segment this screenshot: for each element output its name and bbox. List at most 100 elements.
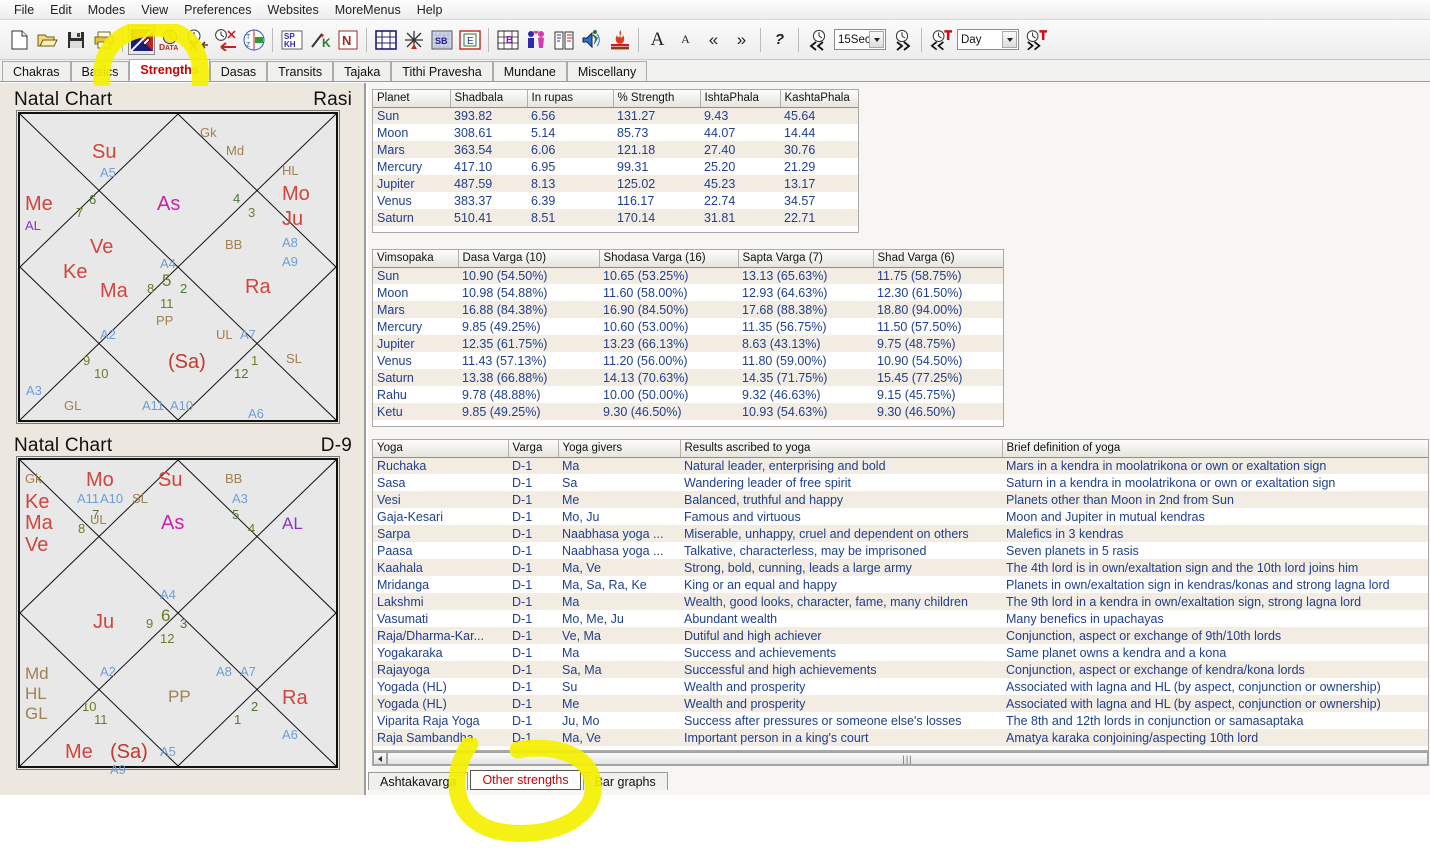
column-header[interactable]: KashtaPhala <box>780 90 859 107</box>
tab-basics[interactable]: Basics <box>71 61 130 81</box>
table-row[interactable]: Viparita Raja YogaD-1Ju, MoSuccess after… <box>373 712 1429 729</box>
book-icon[interactable] <box>550 25 577 55</box>
table-row[interactable]: Gaja-KesariD-1Mo, JuFamous and virtuousM… <box>373 508 1429 525</box>
sb-icon[interactable]: SB <box>428 25 455 55</box>
chevron-down-icon[interactable] <box>869 31 884 48</box>
column-header[interactable]: % Strength <box>613 90 700 107</box>
next-double-icon[interactable]: » <box>728 25 755 55</box>
clock-forward-icon[interactable] <box>889 25 916 55</box>
column-header[interactable]: In rupas <box>527 90 613 107</box>
yoga-grid[interactable]: YogaVargaYoga giversResults ascribed to … <box>372 439 1429 751</box>
bottom-tab-other-strengths[interactable]: Other strengths <box>470 770 580 790</box>
table-row[interactable]: Venus11.43 (57.13%)11.20 (56.00%)11.80 (… <box>373 352 1003 369</box>
table-row[interactable]: Mars16.88 (84.38%)16.90 (84.50%)17.68 (8… <box>373 301 1003 318</box>
vimsopaka-grid[interactable]: VimsopakaDasa Varga (10)Shodasa Varga (1… <box>372 249 1004 427</box>
table-row[interactable]: YogakarakaD-1MaSuccess and achievementsS… <box>373 644 1429 661</box>
menu-item-view[interactable]: View <box>133 2 176 18</box>
b-grid-icon[interactable]: B <box>494 25 521 55</box>
table-row[interactable]: Raja SambandhaD-1Ma, VeImportant person … <box>373 729 1429 746</box>
column-header[interactable]: Yoga <box>373 440 508 457</box>
column-header[interactable]: Shadbala <box>450 90 527 107</box>
table-row[interactable]: Raja/Dharma-Kar...D-1Ve, MaDutiful and h… <box>373 627 1429 644</box>
column-header[interactable]: Varga <box>508 440 558 457</box>
n-icon[interactable]: N <box>334 25 361 55</box>
chevron-down-icon[interactable] <box>1002 31 1017 48</box>
d9-chart-frame[interactable]: GkMoSuBBKeA11A10SLA3Ma7UL8As54ALVeA4Ju69… <box>18 458 338 768</box>
table-row[interactable]: LakshmiD-1MaWealth, good looks, characte… <box>373 593 1429 610</box>
menu-item-websites[interactable]: Websites <box>260 2 327 18</box>
tab-miscellany[interactable]: Miscellany <box>567 61 647 81</box>
scrollbar-thumb[interactable]: ||| <box>387 752 1428 765</box>
bottom-tab-ashtakavarga[interactable]: Ashtakavarga <box>368 772 468 790</box>
table-row[interactable]: Venus383.376.39116.1722.7434.57 <box>373 192 859 209</box>
table-row[interactable]: Yogada (HL)D-1MeWealth and prosperityAss… <box>373 695 1429 712</box>
save-disk-icon[interactable] <box>62 25 89 55</box>
menu-item-modes[interactable]: Modes <box>80 2 134 18</box>
chart-paint-icon[interactable] <box>128 25 155 55</box>
grid-chart-icon[interactable] <box>372 25 399 55</box>
table-row[interactable]: Mercury9.85 (49.25%)10.60 (53.00%)11.35 … <box>373 318 1003 335</box>
table-row[interactable]: Saturn510.418.51170.1431.8122.71 <box>373 209 859 226</box>
tab-tithi-pravesha[interactable]: Tithi Pravesha <box>391 61 492 81</box>
table-row[interactable]: Sun393.826.56131.279.4345.64 <box>373 107 859 124</box>
tab-tajaka[interactable]: Tajaka <box>333 61 391 81</box>
speaker-run-icon[interactable] <box>578 25 605 55</box>
table-row[interactable]: Saturn13.38 (66.88%)14.13 (70.63%)14.35 … <box>373 369 1003 386</box>
column-header[interactable]: Brief definition of yoga <box>1002 440 1429 457</box>
table-row[interactable]: PaasaD-1Naabhasa yoga ...Talkative, char… <box>373 542 1429 559</box>
clock-day-back-icon[interactable] <box>927 25 954 55</box>
table-row[interactable]: Sun10.90 (54.50%)10.65 (53.25%)13.13 (65… <box>373 267 1003 284</box>
step-unit-combo[interactable]: Day <box>957 29 1019 50</box>
star-burst-icon[interactable] <box>400 25 427 55</box>
table-row[interactable]: Moon308.615.1485.7344.0714.44 <box>373 124 859 141</box>
table-row[interactable]: Moon10.98 (54.88%)11.60 (58.00%)12.93 (6… <box>373 284 1003 301</box>
scroll-left-icon[interactable] <box>373 752 387 765</box>
data-clock-icon[interactable]: DATA <box>156 25 183 55</box>
menu-item-moremenus[interactable]: MoreMenus <box>327 2 409 18</box>
table-row[interactable]: Mercury417.106.9599.3125.2021.29 <box>373 158 859 175</box>
table-row[interactable]: SarpaD-1Naabhasa yoga ...Miserable, unha… <box>373 525 1429 542</box>
open-folder-icon[interactable] <box>34 25 61 55</box>
bottom-tab-bar-graphs[interactable]: Bar graphs <box>583 772 668 790</box>
column-header[interactable]: Shad Varga (6) <box>873 250 1003 267</box>
tab-transits[interactable]: Transits <box>267 61 333 81</box>
yoga-horizontal-scrollbar[interactable]: ||| <box>372 751 1429 766</box>
table-row[interactable]: SasaD-1SaWandering leader of free spirit… <box>373 474 1429 491</box>
column-header[interactable]: Yoga givers <box>558 440 680 457</box>
clock-back-icon[interactable] <box>212 25 239 55</box>
e-box-icon[interactable]: E <box>456 25 483 55</box>
clock-delete-icon[interactable] <box>184 25 211 55</box>
column-header[interactable]: Shodasa Varga (16) <box>599 250 738 267</box>
table-row[interactable]: Yogada (HL)D-1SuWealth and prosperityAss… <box>373 678 1429 695</box>
fire-altar-icon[interactable] <box>606 25 633 55</box>
column-header[interactable]: Sapta Varga (7) <box>738 250 873 267</box>
tab-strengths[interactable]: Strengths <box>129 59 209 81</box>
shadbala-grid[interactable]: PlanetShadbalaIn rupas% StrengthIshtaPha… <box>372 89 859 233</box>
column-header[interactable]: Vimsopaka <box>373 250 458 267</box>
table-row[interactable]: MridangaD-1Ma, Sa, Ra, KeKing or an equa… <box>373 576 1429 593</box>
prev-double-icon[interactable]: « <box>700 25 727 55</box>
tab-chakras[interactable]: Chakras <box>2 61 71 81</box>
table-row[interactable]: Jupiter487.598.13125.0245.2313.17 <box>373 175 859 192</box>
table-row[interactable]: KaahalaD-1Ma, VeStrong, bold, cunning, l… <box>373 559 1429 576</box>
column-header[interactable]: Results ascribed to yoga <box>680 440 1002 457</box>
clock-rewind-icon[interactable] <box>804 25 831 55</box>
tab-mundane[interactable]: Mundane <box>493 61 567 81</box>
menu-item-preferences[interactable]: Preferences <box>176 2 259 18</box>
couple-icon[interactable] <box>522 25 549 55</box>
column-header[interactable]: Planet <box>373 90 450 107</box>
column-header[interactable]: IshtaPhala <box>700 90 780 107</box>
table-row[interactable]: Rahu9.78 (48.88%)10.00 (50.00%)9.32 (46.… <box>373 386 1003 403</box>
font-small-icon[interactable]: A <box>672 25 699 55</box>
table-row[interactable]: VasumatiD-1Mo, Me, JuAbundant wealthMany… <box>373 610 1429 627</box>
help-icon[interactable]: ? <box>766 25 793 55</box>
menu-item-file[interactable]: File <box>6 2 42 18</box>
new-file-icon[interactable] <box>6 25 33 55</box>
menu-item-help[interactable]: Help <box>409 2 451 18</box>
print-icon[interactable] <box>90 25 117 55</box>
table-row[interactable]: Jupiter12.35 (61.75%)13.23 (66.13%)8.63 … <box>373 335 1003 352</box>
clock-day-fwd-icon[interactable] <box>1022 25 1049 55</box>
tab-dasas[interactable]: Dasas <box>210 61 267 81</box>
column-header[interactable]: Dasa Varga (10) <box>458 250 599 267</box>
sp-kh-icon[interactable]: SPKH <box>278 25 305 55</box>
